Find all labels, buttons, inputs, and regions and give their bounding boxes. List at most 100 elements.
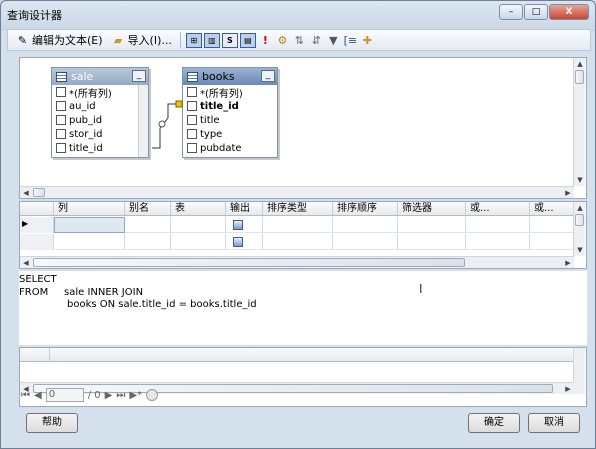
table-column[interactable]: *(所有列) <box>52 85 148 100</box>
table-sale-header[interactable]: sale _ <box>52 68 148 85</box>
table-column[interactable]: stor_id <box>52 127 148 141</box>
table-column[interactable]: au_id <box>52 99 148 113</box>
grid-cell-output[interactable] <box>226 217 263 233</box>
scroll-down-arrow-icon[interactable]: ▼ <box>574 244 586 256</box>
grid-cell[interactable] <box>171 217 226 233</box>
minimize-table-button[interactable]: _ <box>132 70 146 82</box>
table-row[interactable] <box>20 234 576 250</box>
grid-header-or-2[interactable]: 或... <box>530 202 576 215</box>
scroll-up-arrow-icon[interactable]: ▲ <box>574 58 586 70</box>
grid-cell[interactable] <box>125 234 171 250</box>
grid-header-column[interactable]: 列 <box>54 202 125 215</box>
table-scrollbar[interactable] <box>138 85 148 157</box>
grid-cell[interactable] <box>530 234 576 250</box>
diagram-pane-toggle-icon[interactable]: ⊞ <box>185 32 202 48</box>
minimize-table-button[interactable]: _ <box>261 70 275 82</box>
column-checkbox[interactable] <box>56 101 66 111</box>
sql-pane[interactable]: SELECT FROM sale INNER JOIN books ON sal… <box>19 271 587 345</box>
scroll-right-arrow-icon[interactable]: ▶ <box>562 187 574 198</box>
table-column[interactable]: title <box>183 113 277 127</box>
scroll-right-arrow-icon[interactable]: ▶ <box>562 257 574 268</box>
table-books[interactable]: books _ *(所有列) title_id title type pubda… <box>182 67 278 158</box>
cancel-button[interactable]: 取消 <box>528 413 580 433</box>
grid-cell[interactable] <box>398 234 466 250</box>
grid-cell-output[interactable] <box>226 234 263 250</box>
column-checkbox[interactable] <box>187 101 197 111</box>
grid-cell[interactable] <box>466 234 530 250</box>
scroll-left-arrow-icon[interactable]: ◀ <box>20 257 32 268</box>
grid-cell[interactable] <box>333 217 398 233</box>
column-checkbox[interactable] <box>56 129 66 139</box>
output-checkbox[interactable] <box>233 220 243 230</box>
grid-header-filter[interactable]: 筛选器 <box>398 202 466 215</box>
table-column[interactable]: type <box>183 127 277 141</box>
first-record-icon[interactable]: ⏮ <box>21 390 30 401</box>
grid-cell[interactable] <box>333 234 398 250</box>
diagram-pane[interactable]: sale _ *(所有列) au_id pub_id stor_id title… <box>19 57 587 199</box>
last-record-icon[interactable]: ⏭ <box>116 390 125 401</box>
table-column[interactable]: title_id <box>183 99 277 113</box>
grid-header-sort-order[interactable]: 排序顺序 <box>333 202 398 215</box>
grid-horizontal-scrollbar[interactable]: ◀ ▶ <box>20 256 574 268</box>
scroll-thumb[interactable] <box>33 188 45 197</box>
close-button[interactable]: X <box>549 4 589 20</box>
column-checkbox[interactable] <box>56 87 66 97</box>
scroll-thumb[interactable] <box>575 214 584 226</box>
column-checkbox[interactable] <box>56 143 66 153</box>
grid-cell[interactable] <box>263 217 333 233</box>
scroll-thumb[interactable] <box>33 258 465 267</box>
output-checkbox[interactable] <box>233 237 243 247</box>
filter-icon[interactable]: ▼ <box>326 33 341 48</box>
grid-cell[interactable] <box>125 217 171 233</box>
column-checkbox[interactable] <box>56 115 66 125</box>
row-selector[interactable]: ▶ <box>20 217 54 233</box>
help-button[interactable]: 帮助 <box>26 413 78 433</box>
table-column[interactable]: pubdate <box>183 141 277 155</box>
table-column[interactable]: *(所有列) <box>183 85 277 100</box>
grid-header-table[interactable]: 表 <box>171 202 226 215</box>
scroll-down-arrow-icon[interactable]: ▼ <box>574 174 586 186</box>
table-column[interactable]: pub_id <box>52 113 148 127</box>
grid-cell[interactable] <box>530 217 576 233</box>
minimize-button[interactable]: – <box>499 4 523 20</box>
sql-pane-toggle-icon[interactable]: S <box>221 32 238 48</box>
grid-header-alias[interactable]: 别名 <box>125 202 171 215</box>
next-record-icon[interactable]: ▶ <box>105 390 113 401</box>
diagram-vertical-scrollbar[interactable]: ▲ ▼ <box>573 58 585 186</box>
diagram-horizontal-scrollbar[interactable]: ◀ ▶ <box>20 186 574 198</box>
scroll-up-arrow-icon[interactable]: ▲ <box>574 202 586 214</box>
verify-sql-icon[interactable]: ⚙ <box>275 33 290 48</box>
grid-pane-toggle-icon[interactable]: ▥ <box>203 32 220 48</box>
table-row[interactable]: ▶ <box>20 217 576 233</box>
column-checkbox[interactable] <box>187 143 197 153</box>
criteria-grid-pane[interactable]: 列 别名 表 输出 排序类型 排序顺序 筛选器 或... 或... ▶ ▲ ▼ … <box>19 201 587 269</box>
stop-icon[interactable] <box>146 389 159 401</box>
results-pane-toggle-icon[interactable]: ▤ <box>239 32 256 48</box>
edit-as-text-button[interactable]: ✎ 编辑为文本(E) <box>12 31 106 49</box>
group-by-icon[interactable]: [≡ <box>343 33 358 48</box>
table-books-header[interactable]: books _ <box>183 68 277 85</box>
grid-cell[interactable] <box>263 234 333 250</box>
join-line[interactable] <box>148 98 184 154</box>
sort-descending-icon[interactable]: ⇵ <box>309 33 324 48</box>
grid-header-or-1[interactable]: 或... <box>466 202 530 215</box>
column-checkbox[interactable] <box>187 87 197 97</box>
ok-button[interactable]: 确定 <box>468 413 520 433</box>
run-query-icon[interactable]: ! <box>258 33 273 48</box>
column-checkbox[interactable] <box>187 129 197 139</box>
row-selector[interactable] <box>20 234 54 250</box>
grid-cell[interactable] <box>398 217 466 233</box>
grid-header-output[interactable]: 输出 <box>226 202 263 215</box>
column-checkbox[interactable] <box>187 115 197 125</box>
import-button[interactable]: ▰ 导入(I)... <box>108 31 175 49</box>
maximize-button[interactable]: □ <box>524 4 548 20</box>
previous-record-icon[interactable]: ◀ <box>34 390 42 401</box>
new-record-icon[interactable]: ▶* <box>129 390 142 401</box>
scroll-left-arrow-icon[interactable]: ◀ <box>20 187 32 198</box>
sort-ascending-icon[interactable]: ⇅ <box>292 33 307 48</box>
table-column[interactable]: title_id <box>52 141 148 155</box>
grid-cell[interactable] <box>466 217 530 233</box>
grid-vertical-scrollbar[interactable]: ▲ ▼ <box>573 202 585 256</box>
scroll-thumb[interactable] <box>575 70 584 84</box>
grid-cell[interactable] <box>171 234 226 250</box>
